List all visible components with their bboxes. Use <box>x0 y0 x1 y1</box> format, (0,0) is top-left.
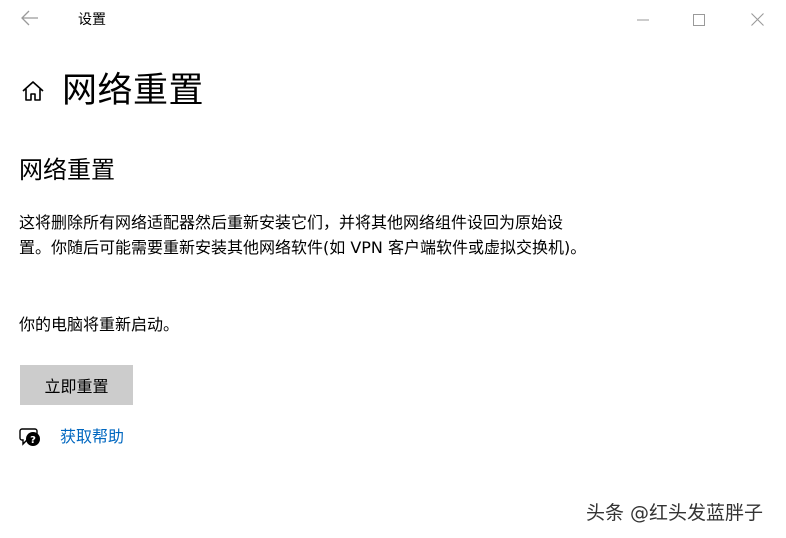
back-arrow-icon <box>21 10 39 30</box>
page-header: 网络重置 <box>20 68 204 114</box>
reset-now-button[interactable]: 立即重置 <box>20 365 133 405</box>
help-chat-icon: ? <box>18 425 42 449</box>
svg-text:?: ? <box>30 435 36 446</box>
section-title: 网络重置 <box>19 156 115 184</box>
page-title: 网络重置 <box>62 71 205 111</box>
restart-note: 你的电脑将重新启动。 <box>19 315 180 334</box>
home-icon[interactable] <box>20 78 46 104</box>
title-bar: 设置 <box>0 0 786 40</box>
minimize-icon <box>637 11 649 30</box>
get-help-link-row[interactable]: ? 获取帮助 <box>18 424 124 450</box>
description-text: 这将删除所有网络适配器然后重新安装它们，并将其他网络组件设回为原始设置。你随后可… <box>19 213 587 257</box>
minimize-button[interactable] <box>620 4 666 36</box>
app-title: 设置 <box>78 12 106 28</box>
close-button[interactable] <box>734 4 780 36</box>
get-help-link[interactable]: 获取帮助 <box>60 424 124 450</box>
maximize-button[interactable] <box>676 4 722 36</box>
maximize-icon <box>693 11 705 30</box>
watermark-text: 头条 @红头发蓝胖子 <box>586 502 764 524</box>
close-icon <box>750 11 764 30</box>
back-button[interactable] <box>14 6 46 34</box>
